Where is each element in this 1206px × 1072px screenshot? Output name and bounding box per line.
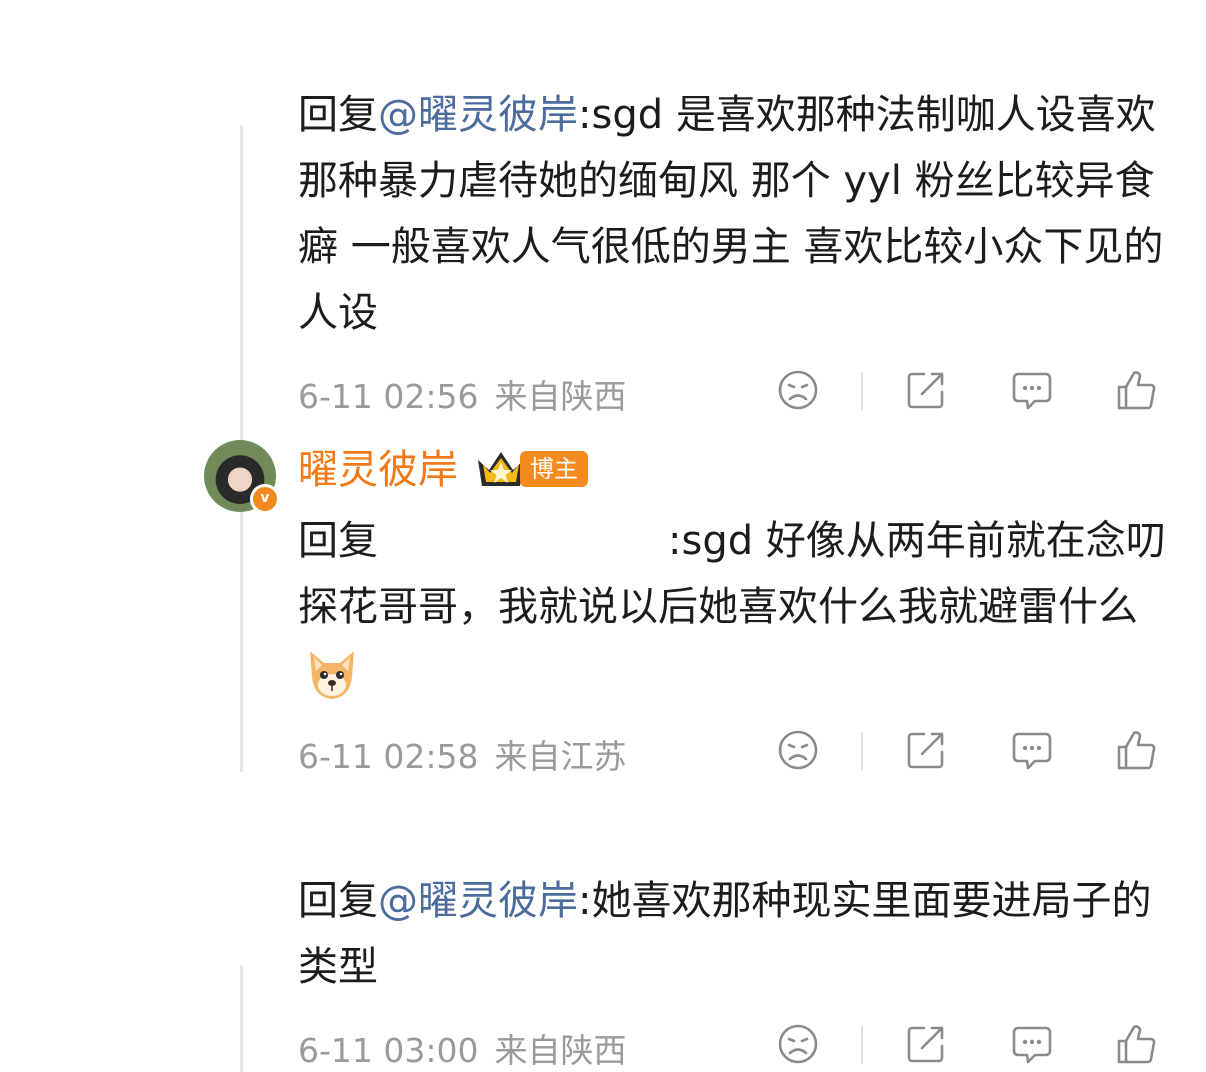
like-icon[interactable] [1114,368,1158,412]
timestamp: 6-11 02:56 [298,377,479,416]
comment-icon[interactable] [1010,1022,1054,1066]
avatar[interactable]: v [204,440,280,514]
mention-link[interactable]: @曜灵彼岸 [378,878,578,924]
thread-line-bottom [240,966,243,1072]
share-icon[interactable] [904,368,948,412]
like-icon[interactable] [1114,1022,1158,1066]
host-tag: 博主 [520,451,588,487]
dislike-icon[interactable] [776,1022,820,1066]
share-icon[interactable] [904,1022,948,1066]
location: 来自江苏 [494,737,627,776]
redacted-mention [378,523,668,563]
location: 来自陕西 [494,377,627,416]
action-divider [861,372,863,410]
dislike-icon[interactable] [776,368,820,412]
action-divider [861,732,863,770]
comment-body: 回复@曜灵彼岸:她喜欢那种现实里面要进局子的类型 [298,868,1178,1000]
comment-meta: 6-11 02:56 来自陕西 [298,370,627,418]
action-divider [861,1026,863,1064]
comment-icon[interactable] [1010,368,1054,412]
location: 来自陕西 [494,1031,627,1070]
comment-meta: 6-11 03:00 来自陕西 [298,1024,627,1072]
comment-body: 回复:sgd 好像从两年前就在念叨探花哥哥，我就说以后她喜欢什么我就避雷什么 [298,508,1178,706]
dog-emoji-icon [302,645,362,705]
reply-prefix: 回复 [298,518,378,564]
reply-prefix: 回复 [298,878,378,924]
share-icon[interactable] [904,728,948,772]
verified-badge-icon: v [250,484,280,514]
comment-meta: 6-11 02:58 来自江苏 [298,730,627,778]
username[interactable]: 曜灵彼岸 [298,444,458,496]
comment-body: 回复@曜灵彼岸:sgd 是喜欢那种法制咖人设喜欢那种暴力虐待她的缅甸风 那个 y… [298,82,1178,346]
reply-prefix: 回复 [298,92,378,138]
comment-icon[interactable] [1010,728,1054,772]
mention-link[interactable]: @曜灵彼岸 [378,92,578,138]
timestamp: 6-11 03:00 [298,1031,479,1070]
timestamp: 6-11 02:58 [298,737,479,776]
dislike-icon[interactable] [776,728,820,772]
like-icon[interactable] [1114,728,1158,772]
